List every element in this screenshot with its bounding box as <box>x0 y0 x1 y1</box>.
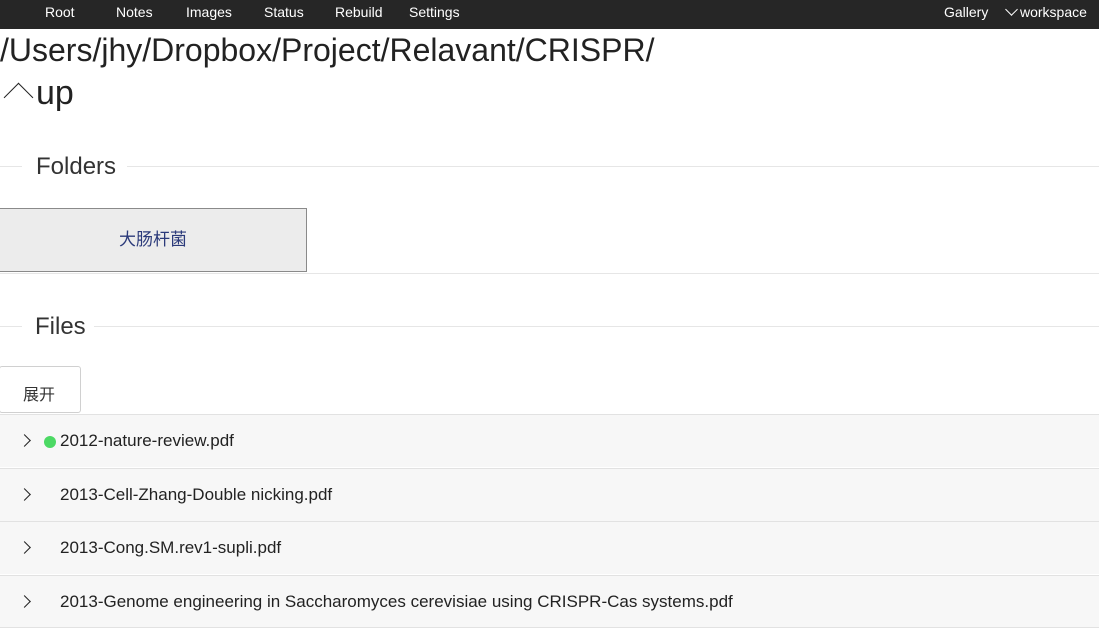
divider <box>0 166 22 167</box>
expand-button-label: 展开 <box>23 387 56 404</box>
divider <box>0 273 1099 274</box>
nav-status[interactable]: Status <box>264 4 304 20</box>
divider <box>94 326 1099 327</box>
folder-label: 大肠杆菌 <box>119 230 187 249</box>
file-name[interactable]: 2013-Cell-Zhang-Double nicking.pdf <box>60 485 332 505</box>
chevron-up-icon <box>3 82 34 113</box>
folder-tile[interactable]: 大肠杆菌 <box>0 208 307 272</box>
chevron-down-icon <box>1005 3 1018 16</box>
workspace-label: workspace <box>1020 4 1087 20</box>
chevron-right-icon[interactable] <box>18 541 31 554</box>
nav-notes[interactable]: Notes <box>116 4 153 20</box>
workspace-dropdown[interactable]: workspace <box>1005 3 1087 20</box>
nav-rebuild[interactable]: Rebuild <box>335 4 382 20</box>
current-path: /Users/jhy/Dropbox/Project/Relavant/CRIS… <box>0 32 655 68</box>
nav-root[interactable]: Root <box>45 4 75 20</box>
file-row[interactable]: 2012-nature-review.pdf <box>0 414 1099 467</box>
top-nav: Root Notes Images Status Rebuild Setting… <box>0 0 1099 29</box>
file-name[interactable]: 2013-Cong.SM.rev1-supli.pdf <box>60 538 281 558</box>
file-row[interactable]: 2013-Cong.SM.rev1-supli.pdf <box>0 521 1099 574</box>
status-dot-icon <box>44 436 56 448</box>
nav-settings[interactable]: Settings <box>409 4 460 20</box>
file-name[interactable]: 2012-nature-review.pdf <box>60 431 234 451</box>
divider <box>127 166 1099 167</box>
chevron-right-icon[interactable] <box>18 595 31 608</box>
folders-heading: Folders <box>36 153 117 181</box>
up-link[interactable]: up <box>0 74 74 113</box>
file-row[interactable]: 2013-Cell-Zhang-Double nicking.pdf <box>0 468 1099 521</box>
file-name[interactable]: 2013-Genome engineering in Saccharomyces… <box>60 592 733 612</box>
expand-button[interactable]: 展开 <box>0 366 81 413</box>
up-label: up <box>36 74 74 112</box>
divider <box>0 326 22 327</box>
file-row[interactable]: 2013-Genome engineering in Saccharomyces… <box>0 575 1099 628</box>
files-heading: Files <box>35 313 86 341</box>
chevron-right-icon[interactable] <box>18 434 31 447</box>
chevron-right-icon[interactable] <box>18 488 31 501</box>
nav-gallery[interactable]: Gallery <box>944 4 988 20</box>
nav-images[interactable]: Images <box>186 4 232 20</box>
